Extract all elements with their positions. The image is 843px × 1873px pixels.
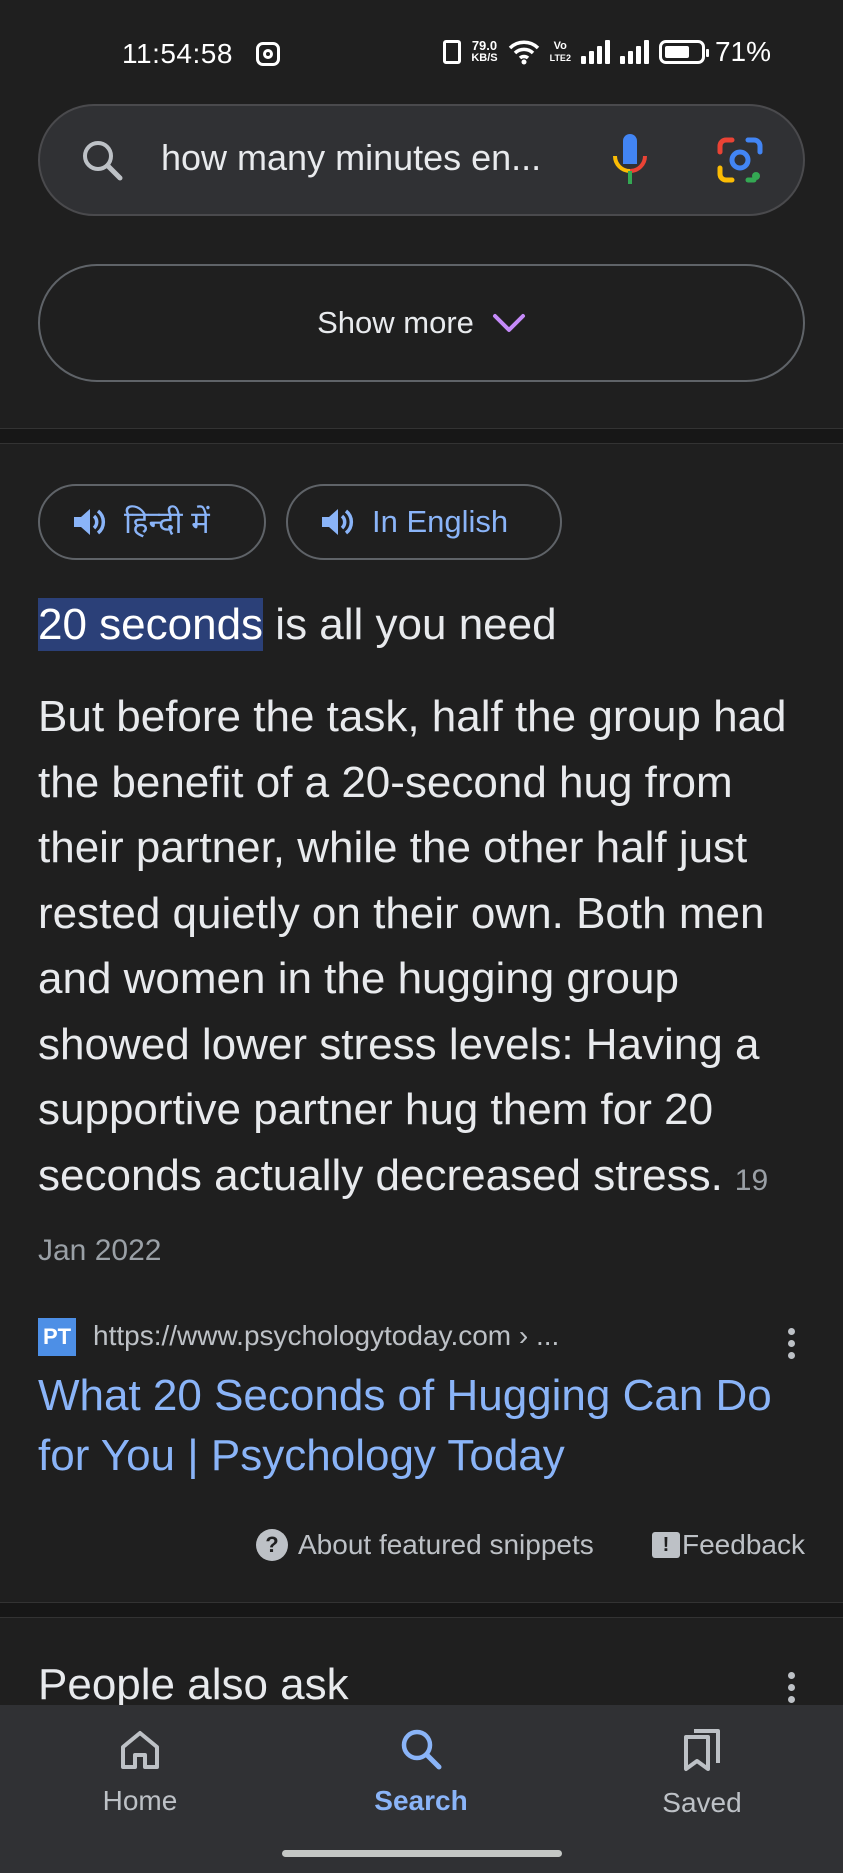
status-bar: 11:54:58 79.0 KB/S Vo LTE2 71% xyxy=(0,0,843,100)
section-divider xyxy=(0,428,843,444)
speaker-icon xyxy=(74,509,106,535)
source-url[interactable]: https://www.psychologytoday.com › ... xyxy=(93,1320,559,1352)
search-icon[interactable] xyxy=(80,138,124,182)
answer-highlight: 20 seconds xyxy=(38,598,264,651)
snippet-text: But before the task, half the group had … xyxy=(38,692,787,1200)
vibrate-icon xyxy=(443,40,462,64)
nav-search[interactable]: Search xyxy=(341,1727,501,1817)
snippet-text-block: But before the task, half the group had … xyxy=(38,684,808,1284)
chip-label: In English xyxy=(372,504,509,539)
nav-search-label: Search xyxy=(374,1785,468,1816)
status-icons: 79.0 KB/S Vo LTE2 71% xyxy=(443,36,771,68)
listen-english-chip[interactable]: In English xyxy=(286,484,562,560)
more-options-icon[interactable] xyxy=(781,1672,801,1703)
volte-indicator: Vo LTE2 xyxy=(549,40,571,63)
battery-icon xyxy=(658,40,709,64)
feedback-label: Feedback xyxy=(682,1529,805,1560)
home-icon xyxy=(121,1731,159,1769)
listen-hindi-chip[interactable]: हिन्दी में xyxy=(38,484,266,560)
feedback-link[interactable]: ! Feedback xyxy=(652,1526,805,1564)
bookmarks-icon xyxy=(684,1729,720,1771)
feedback-icon: ! xyxy=(652,1532,680,1558)
network-speed: 79.0 KB/S xyxy=(471,38,498,64)
featured-answer: 20 seconds is all you need xyxy=(38,598,557,651)
instagram-notification-icon xyxy=(256,42,280,66)
more-options-icon[interactable] xyxy=(781,1328,801,1359)
result-title-link[interactable]: What 20 Seconds of Hugging Can Do for Yo… xyxy=(38,1366,778,1486)
site-favicon: PT xyxy=(38,1318,76,1356)
speaker-icon xyxy=(322,509,354,535)
voice-search-icon[interactable] xyxy=(610,132,650,188)
battery-percent: 71% xyxy=(714,36,771,67)
search-icon xyxy=(401,1729,442,1770)
status-time: 11:54:58 xyxy=(122,38,233,69)
about-featured-snippets-link[interactable]: ? About featured snippets xyxy=(256,1526,594,1564)
nav-home[interactable]: Home xyxy=(60,1727,220,1817)
people-also-ask-heading: People also ask xyxy=(38,1660,349,1709)
show-more-button[interactable]: Show more xyxy=(38,264,805,382)
signal-icon-2 xyxy=(619,40,649,64)
search-query[interactable]: how many minutes en... xyxy=(161,137,541,179)
search-bar[interactable]: how many minutes en... xyxy=(38,104,805,216)
help-icon: ? xyxy=(256,1529,288,1561)
answer-rest: is all you need xyxy=(263,600,557,649)
nav-saved[interactable]: Saved xyxy=(622,1727,782,1819)
chip-label: हिन्दी में xyxy=(124,505,210,540)
bottom-navigation: Home Search Saved xyxy=(0,1705,843,1873)
chevron-down-icon xyxy=(492,314,525,332)
wifi-icon xyxy=(508,40,539,65)
about-label: About featured snippets xyxy=(298,1529,594,1560)
signal-icon xyxy=(580,40,610,64)
gesture-home-bar[interactable] xyxy=(282,1850,562,1857)
google-lens-icon[interactable] xyxy=(716,136,764,184)
nav-saved-label: Saved xyxy=(662,1787,742,1818)
show-more-label: Show more xyxy=(317,305,474,340)
nav-home-label: Home xyxy=(102,1785,178,1816)
section-divider xyxy=(0,1602,843,1618)
